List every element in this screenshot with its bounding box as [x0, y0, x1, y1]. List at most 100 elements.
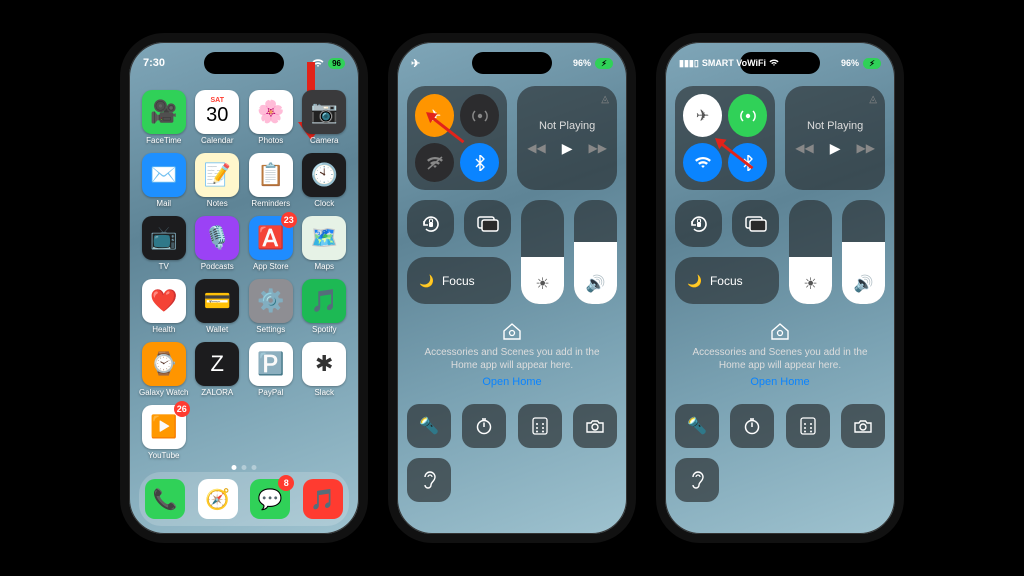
spotify-icon: 🎵	[302, 279, 346, 323]
app-youtube[interactable]: ▶️26YouTube	[139, 405, 189, 460]
brightness-icon: ☀︎	[803, 274, 817, 294]
hearing-button[interactable]	[675, 458, 719, 502]
hearing-button[interactable]	[407, 458, 451, 502]
app-health[interactable]: ❤️Health	[139, 279, 189, 334]
home-accessories-panel[interactable]: Accessories and Scenes you add in the Ho…	[675, 314, 885, 394]
flashlight-button[interactable]: 🔦	[675, 404, 719, 448]
timer-button[interactable]	[462, 404, 506, 448]
dock-phone[interactable]: 📞	[145, 479, 185, 519]
app-podcasts[interactable]: 🎙️Podcasts	[193, 216, 243, 271]
youtube-icon: ▶️26	[142, 405, 186, 449]
app-zalora[interactable]: ZZALORA	[193, 342, 243, 397]
page-indicator[interactable]	[232, 465, 257, 470]
moon-icon: 🌙	[687, 274, 702, 288]
app-label: TV	[159, 262, 169, 271]
battery-indicator: 96	[328, 58, 345, 69]
media-next-icon[interactable]: ▶▶	[589, 141, 607, 155]
settings-icon: ⚙️	[249, 279, 293, 323]
control-center: ✈︎ ◬ Not Playing ◀◀ ▶ ▶▶	[675, 86, 885, 524]
camera-button[interactable]	[841, 404, 885, 448]
maps-icon: 🗺️	[302, 216, 346, 260]
app-settings[interactable]: ⚙️ Settings	[246, 279, 296, 334]
app-notes[interactable]: 📝Notes	[193, 153, 243, 208]
airplane-mode-toggle[interactable]: ✈︎	[683, 94, 722, 137]
app-label: Galaxy Watch	[139, 388, 189, 397]
volume-slider[interactable]: 🔊	[842, 200, 885, 304]
media-play-icon[interactable]: ▶	[562, 140, 573, 157]
airplay-icon[interactable]: ◬	[869, 94, 877, 105]
wifi-toggle[interactable]	[415, 143, 454, 182]
app-galaxywatch[interactable]: ⌚ Galaxy Watch	[139, 342, 189, 397]
media-prev-icon[interactable]: ◀◀	[795, 141, 813, 155]
media-play-icon[interactable]: ▶	[830, 140, 841, 157]
app-camera[interactable]: 📷 Camera	[300, 90, 350, 145]
app-reminders[interactable]: 📋Reminders	[246, 153, 296, 208]
home-app-grid: 🎥FaceTimeSAT30Calendar🌸Photos📷 Camera ✉️Ma…	[139, 90, 349, 460]
orientation-lock-toggle[interactable]	[407, 200, 454, 247]
app-label: Settings	[256, 325, 285, 334]
flashlight-button[interactable]: 🔦	[407, 404, 451, 448]
status-bar: ▮▮▮▯ SMART VoWiFi 96% ⚡︎	[665, 52, 895, 74]
app-label: PayPal	[258, 388, 283, 397]
dock-messages[interactable]: 💬8	[250, 479, 290, 519]
app-facetime[interactable]: 🎥FaceTime	[139, 90, 189, 145]
volume-icon: 🔊	[854, 274, 874, 294]
open-home-link[interactable]: Open Home	[750, 376, 809, 388]
bluetooth-toggle[interactable]	[460, 143, 499, 182]
galaxywatch-icon: ⌚	[142, 342, 186, 386]
app-spotify[interactable]: 🎵 Spotify	[300, 279, 350, 334]
app-tv[interactable]: 📺TV	[139, 216, 189, 271]
focus-button[interactable]: 🌙 Focus	[675, 257, 779, 304]
brightness-slider[interactable]: ☀︎	[521, 200, 564, 304]
timer-button[interactable]	[730, 404, 774, 448]
battery-indicator: ⚡︎	[863, 58, 881, 69]
media-next-icon[interactable]: ▶▶	[857, 141, 875, 155]
camera-button[interactable]	[573, 404, 617, 448]
volume-slider[interactable]: 🔊	[574, 200, 617, 304]
app-appstore[interactable]: 🅰️23App Store	[246, 216, 296, 271]
home-icon	[501, 320, 523, 342]
dock-music[interactable]: 🎵	[303, 479, 343, 519]
media-prev-icon[interactable]: ◀◀	[527, 141, 545, 155]
calendar-icon: SAT30	[195, 90, 239, 134]
cellular-data-toggle[interactable]	[460, 94, 499, 137]
app-label: Camera	[310, 136, 338, 145]
photos-icon: 🌸	[249, 90, 293, 134]
brightness-slider[interactable]: ☀︎	[789, 200, 832, 304]
screen-mirroring-button[interactable]	[464, 200, 511, 247]
camera-icon: 📷	[302, 90, 346, 134]
app-label: Slack	[314, 388, 334, 397]
dock-safari[interactable]: 🧭	[198, 479, 238, 519]
wifi-toggle[interactable]	[683, 143, 722, 182]
media-panel[interactable]: ◬ Not Playing ◀◀ ▶ ▶▶	[785, 86, 885, 190]
calculator-button[interactable]	[786, 404, 830, 448]
app-wallet[interactable]: 💳Wallet	[193, 279, 243, 334]
reminders-icon: 📋	[249, 153, 293, 197]
home-message: Accessories and Scenes you add in the Ho…	[423, 346, 601, 372]
moon-icon: 🌙	[419, 274, 434, 288]
airplay-icon[interactable]: ◬	[601, 94, 609, 105]
app-label: Spotify	[312, 325, 336, 334]
screen-mirroring-button[interactable]	[732, 200, 779, 247]
orientation-lock-toggle[interactable]	[675, 200, 722, 247]
focus-button[interactable]: 🌙 Focus	[407, 257, 511, 304]
home-accessories-panel[interactable]: Accessories and Scenes you add in the Ho…	[407, 314, 617, 394]
zalora-icon: Z	[195, 342, 239, 386]
badge: 8	[278, 475, 294, 491]
phone-control-center-airplane: ✈︎ 96% ⚡︎ ✈︎ ◬ Not P	[388, 33, 636, 543]
app-photos[interactable]: 🌸Photos	[246, 90, 296, 145]
app-calendar[interactable]: SAT30Calendar	[193, 90, 243, 145]
media-panel[interactable]: ◬ Not Playing ◀◀ ▶ ▶▶	[517, 86, 617, 190]
cellular-data-toggle[interactable]	[728, 94, 767, 137]
app-paypal[interactable]: 🅿️PayPal	[246, 342, 296, 397]
facetime-icon: 🎥	[142, 90, 186, 134]
status-bar: 7:30 96	[129, 52, 359, 74]
app-clock[interactable]: 🕙Clock	[300, 153, 350, 208]
calculator-button[interactable]	[518, 404, 562, 448]
signal-bars-icon: ▮▮▮▯	[679, 58, 699, 69]
app-slack[interactable]: ✱Slack	[300, 342, 350, 397]
media-now-playing: Not Playing	[807, 120, 863, 132]
app-mail[interactable]: ✉️Mail	[139, 153, 189, 208]
app-maps[interactable]: 🗺️Maps	[300, 216, 350, 271]
open-home-link[interactable]: Open Home	[482, 376, 541, 388]
